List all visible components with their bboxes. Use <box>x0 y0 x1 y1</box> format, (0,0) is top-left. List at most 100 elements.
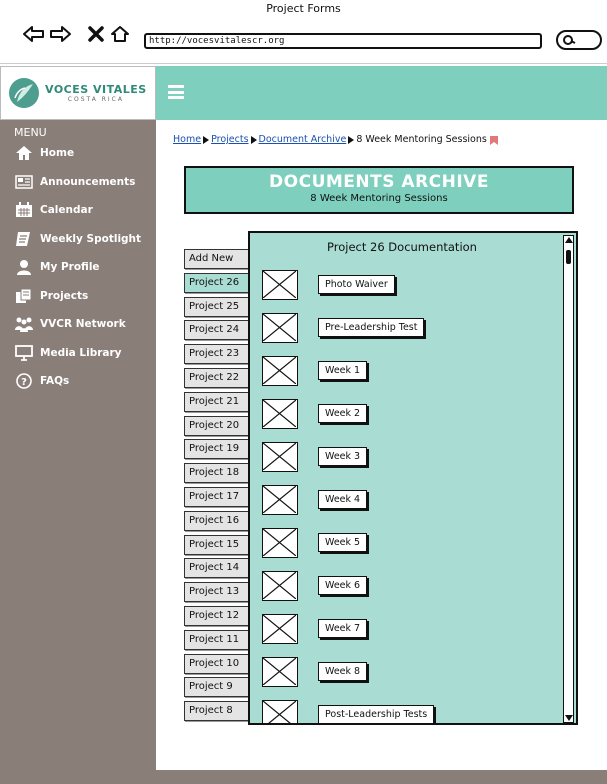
home-nav-icon[interactable] <box>108 22 132 46</box>
search-button[interactable] <box>556 30 602 50</box>
list-item: Week 3 <box>262 435 562 478</box>
image-placeholder-icon[interactable] <box>262 355 298 386</box>
sidebar-item-label: Home <box>40 147 75 160</box>
hamburger-menu-icon[interactable] <box>168 85 184 99</box>
sidebar-item-label: Announcements <box>40 175 136 188</box>
url-bar[interactable]: http://vocesvitalescr.org <box>144 33 542 49</box>
browser-chrome: Project Forms http://vocesvitalescr.org <box>0 0 607 64</box>
scroll-thumb[interactable] <box>566 250 571 264</box>
sidebar-item-home[interactable]: Home <box>0 139 156 168</box>
sidebar-item-label: My Profile <box>40 261 100 274</box>
logo[interactable]: VOCES VITALES COSTA RICA <box>0 66 156 120</box>
faq-icon: ? <box>14 373 34 390</box>
tab-project-9[interactable]: Project 9 <box>184 677 250 698</box>
document-button[interactable]: Week 4 <box>318 490 368 509</box>
projects-icon <box>14 288 34 304</box>
document-button[interactable]: Week 5 <box>318 533 368 552</box>
stop-icon[interactable] <box>84 22 108 46</box>
archive-subtitle: 8 Week Mentoring Sessions <box>310 193 448 204</box>
footer-bar <box>0 770 607 784</box>
sidebar: MENU Home Announcements Calendar Weekly … <box>0 120 156 770</box>
scroll-down-icon[interactable] <box>565 715 573 721</box>
tab-project-8[interactable]: Project 8 <box>184 701 250 722</box>
tab-project-15[interactable]: Project 15 <box>184 534 250 555</box>
tab-project-12[interactable]: Project 12 <box>184 605 250 626</box>
tab-project-16[interactable]: Project 16 <box>184 510 250 531</box>
svg-text:?: ? <box>21 377 27 388</box>
document-button[interactable]: Week 8 <box>318 662 368 681</box>
document-button[interactable]: Post-Leadership Tests <box>318 705 435 723</box>
tab-project-21[interactable]: Project 21 <box>184 391 250 412</box>
document-button[interactable]: Week 3 <box>318 447 368 466</box>
logo-subtitle: COSTA RICA <box>67 96 124 103</box>
tab-project-23[interactable]: Project 23 <box>184 344 250 365</box>
list-item: Week 6 <box>262 564 562 607</box>
breadcrumb-document-archive[interactable]: Document Archive <box>259 134 347 145</box>
image-placeholder-icon[interactable] <box>262 656 298 687</box>
announcements-icon <box>14 174 34 190</box>
forward-arrow-icon[interactable] <box>48 22 72 46</box>
tab-project-18[interactable]: Project 18 <box>184 463 250 484</box>
panel-scrollbar[interactable] <box>563 235 574 723</box>
spotlight-icon <box>14 231 34 247</box>
sidebar-item-label: Weekly Spotlight <box>40 232 142 245</box>
image-placeholder-icon[interactable] <box>262 398 298 429</box>
search-icon <box>563 35 576 45</box>
sidebar-item-media-library[interactable]: Media Library <box>0 339 156 368</box>
breadcrumb-projects[interactable]: Projects <box>211 134 248 145</box>
list-item: Week 5 <box>262 521 562 564</box>
profile-icon <box>14 259 34 276</box>
document-button[interactable]: Pre-Leadership Test <box>318 318 425 337</box>
sidebar-item-vvcr-network[interactable]: VVCR Network <box>0 310 156 339</box>
list-item: Week 2 <box>262 392 562 435</box>
sidebar-item-my-profile[interactable]: My Profile <box>0 253 156 282</box>
image-placeholder-icon[interactable] <box>262 312 298 343</box>
image-placeholder-icon[interactable] <box>262 570 298 601</box>
document-button[interactable]: Week 2 <box>318 404 368 423</box>
image-placeholder-icon[interactable] <box>262 269 298 300</box>
image-placeholder-icon[interactable] <box>262 484 298 515</box>
sidebar-item-faqs[interactable]: ? FAQs <box>0 367 156 396</box>
menu-title: MENU <box>14 126 47 139</box>
window-title: Project Forms <box>266 2 341 15</box>
app-header <box>156 66 607 120</box>
list-item: Post-Leadership Tests <box>262 693 562 723</box>
tab-add-new[interactable]: Add New <box>184 249 250 269</box>
breadcrumb: Home Projects Document Archive 8 Week Me… <box>173 134 501 145</box>
sidebar-item-label: Projects <box>40 289 89 302</box>
breadcrumb-home[interactable]: Home <box>173 134 201 145</box>
sidebar-item-projects[interactable]: Projects <box>0 282 156 311</box>
tab-project-20[interactable]: Project 20 <box>184 415 250 436</box>
image-placeholder-icon[interactable] <box>262 441 298 472</box>
tab-project-13[interactable]: Project 13 <box>184 582 250 603</box>
logo-mark-icon <box>9 78 39 108</box>
bookmark-flag-icon <box>489 135 498 145</box>
image-placeholder-icon[interactable] <box>262 613 298 644</box>
media-icon <box>14 344 34 361</box>
document-button[interactable]: Photo Waiver <box>318 275 395 294</box>
image-placeholder-icon[interactable] <box>262 527 298 558</box>
scroll-up-icon[interactable] <box>565 237 573 243</box>
tab-project-25[interactable]: Project 25 <box>184 296 250 317</box>
list-item: Week 7 <box>262 607 562 650</box>
tab-project-26[interactable]: Project 26 <box>184 272 250 293</box>
sidebar-item-weekly-spotlight[interactable]: Weekly Spotlight <box>0 225 156 254</box>
image-placeholder-icon[interactable] <box>262 699 298 723</box>
chevron-right-icon <box>250 135 257 144</box>
main-content: Home Projects Document Archive 8 Week Me… <box>156 120 607 770</box>
chevron-right-icon <box>348 135 355 144</box>
document-button[interactable]: Week 6 <box>318 576 368 595</box>
back-arrow-icon[interactable] <box>22 22 46 46</box>
tab-project-17[interactable]: Project 17 <box>184 486 250 507</box>
tab-project-19[interactable]: Project 19 <box>184 439 250 460</box>
sidebar-item-announcements[interactable]: Announcements <box>0 168 156 197</box>
breadcrumb-current: 8 Week Mentoring Sessions <box>356 134 487 145</box>
sidebar-item-calendar[interactable]: Calendar <box>0 196 156 225</box>
document-button[interactable]: Week 7 <box>318 619 368 638</box>
document-button[interactable]: Week 1 <box>318 361 368 380</box>
tab-project-24[interactable]: Project 24 <box>184 320 250 341</box>
tab-project-11[interactable]: Project 11 <box>184 629 250 650</box>
tab-project-10[interactable]: Project 10 <box>184 653 250 674</box>
tab-project-14[interactable]: Project 14 <box>184 558 250 579</box>
tab-project-22[interactable]: Project 22 <box>184 367 250 388</box>
